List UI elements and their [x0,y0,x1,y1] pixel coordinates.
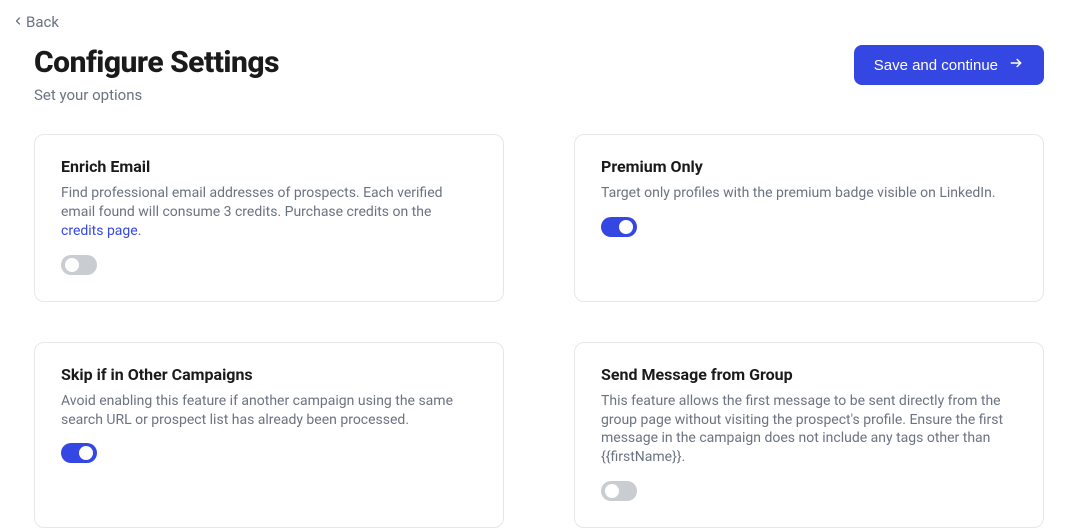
back-label: Back [26,13,59,31]
chevron-left-icon [12,13,24,31]
settings-cards-grid: Enrich Email Find professional email add… [12,134,1066,528]
toggle-knob [65,258,79,272]
arrow-right-icon [1008,56,1024,74]
toggle-knob [619,220,633,234]
page-title: Configure Settings [34,45,279,80]
page-header: Configure Settings Set your options Save… [12,45,1066,104]
card-desc-text: Find professional email addresses of pro… [61,185,443,220]
card-description: This feature allows the first message to… [601,392,1017,468]
card-description: Avoid enabling this feature if another c… [61,392,477,430]
toggle-knob [79,446,93,460]
card-skip-other-campaigns: Skip if in Other Campaigns Avoid enablin… [34,342,504,528]
credits-page-link[interactable]: credits page. [61,223,141,239]
save-and-continue-button[interactable]: Save and continue [854,45,1044,85]
send-from-group-toggle[interactable] [601,481,637,501]
page-subtitle: Set your options [34,86,279,104]
card-send-from-group: Send Message from Group This feature all… [574,342,1044,528]
card-title: Send Message from Group [601,365,1017,384]
enrich-email-toggle[interactable] [61,255,97,275]
card-enrich-email: Enrich Email Find professional email add… [34,134,504,302]
toggle-knob [605,484,619,498]
skip-other-campaigns-toggle[interactable] [61,443,97,463]
back-link[interactable]: Back [12,13,59,31]
card-title: Skip if in Other Campaigns [61,365,477,384]
card-premium-only: Premium Only Target only profiles with t… [574,134,1044,302]
premium-only-toggle[interactable] [601,217,637,237]
card-title: Enrich Email [61,157,477,176]
card-description: Find professional email addresses of pro… [61,184,477,241]
card-description: Target only profiles with the premium ba… [601,184,1017,203]
card-title: Premium Only [601,157,1017,176]
save-button-label: Save and continue [874,57,998,74]
